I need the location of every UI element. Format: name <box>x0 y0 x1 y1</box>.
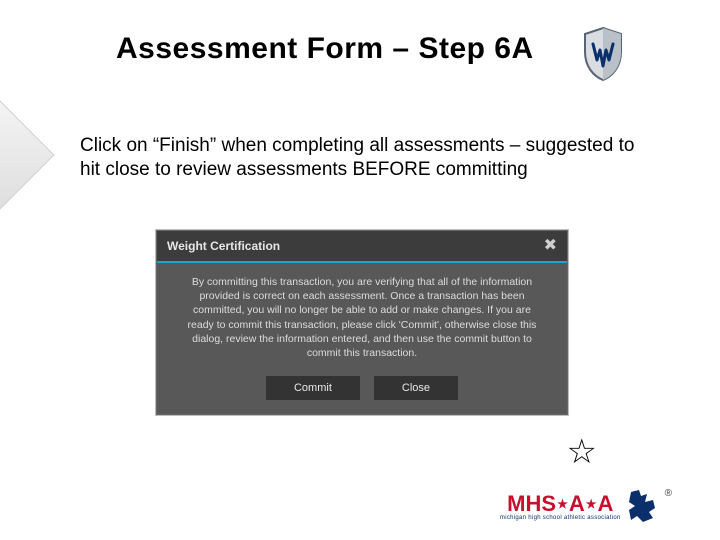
weight-certification-dialog: Weight Certification ✖ By committing thi… <box>156 230 568 415</box>
dialog-titlebar: Weight Certification ✖ <box>157 231 567 263</box>
mhsaa-part2: A <box>569 491 585 517</box>
dialog-body: By committing this transaction, you are … <box>157 263 567 370</box>
page-title: Assessment Form – Step 6A <box>116 32 534 66</box>
instruction-text: Click on “Finish” when completing all as… <box>80 134 640 182</box>
mhsaa-text-block: MHS ★ A ★ A michigan high school athleti… <box>500 491 621 521</box>
commit-button[interactable]: Commit <box>266 376 360 400</box>
slide: Assessment Form – Step 6A Click on “Fini… <box>0 0 720 540</box>
star-icon: ☆ <box>567 432 597 472</box>
mhsaa-subtitle: michigan high school athletic associatio… <box>500 515 621 521</box>
shield-logo <box>581 26 625 82</box>
mhsaa-wordmark: MHS ★ A ★ A <box>507 491 613 517</box>
dialog-title: Weight Certification <box>167 239 280 253</box>
close-icon[interactable]: ✖ <box>544 238 557 254</box>
close-button[interactable]: Close <box>374 376 458 400</box>
mhsaa-part1: MHS <box>507 491 556 517</box>
mhsaa-part3: A <box>597 491 613 517</box>
star-separator-icon: ★ <box>557 497 568 511</box>
star-separator-icon: ★ <box>586 497 597 511</box>
registered-mark: ® <box>665 488 672 499</box>
decorative-diamond <box>0 98 55 211</box>
michigan-icon <box>625 488 659 524</box>
mhsaa-logo: MHS ★ A ★ A michigan high school athleti… <box>500 488 672 524</box>
dialog-actions: Commit Close <box>157 370 567 414</box>
